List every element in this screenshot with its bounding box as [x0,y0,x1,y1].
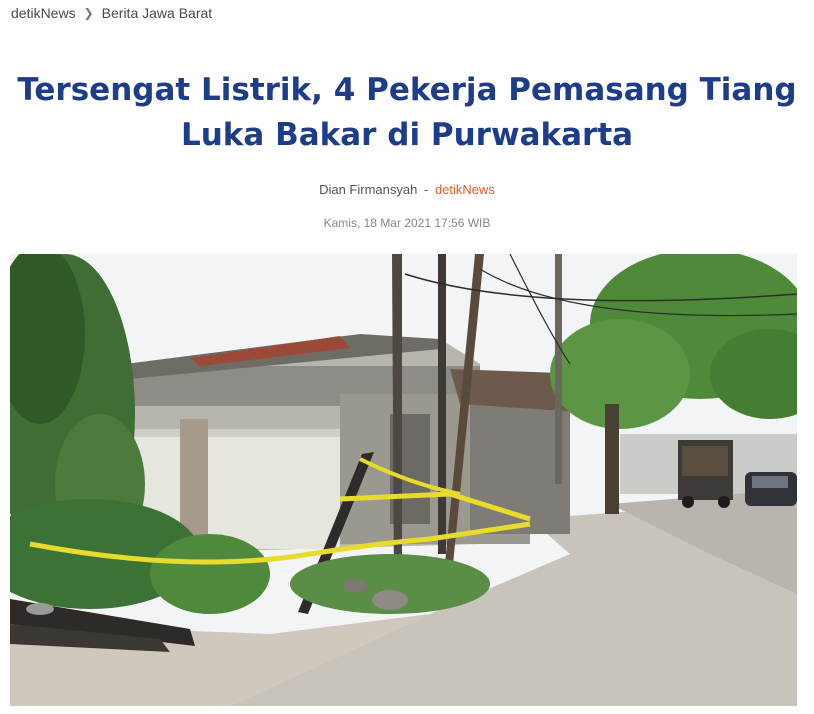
article-page: detikNews ❯ Berita Jawa Barat Tersengat … [0,0,814,714]
article-title-line-2: Luka Bakar di Purwakarta [180,117,634,153]
article-title-line-1: Tersengat Listrik, 4 Pekerja Pemasang Ti… [17,72,797,108]
photo-scene [10,254,797,706]
byline: Dian Firmansyah - detikNews [0,182,814,197]
breadcrumb: detikNews ❯ Berita Jawa Barat [11,5,212,21]
breadcrumb-item-detiknews[interactable]: detikNews [11,5,76,21]
author-name[interactable]: Dian Firmansyah [319,182,417,197]
chevron-right-icon: ❯ [83,6,94,20]
article-photo [10,254,797,706]
publish-date: Kamis, 18 Mar 2021 17:56 WIB [323,216,491,230]
source-link[interactable]: detikNews [435,182,495,197]
article-title: Tersengat Listrik, 4 Pekerja Pemasang Ti… [0,68,814,158]
breadcrumb-item-berita-jawa-barat[interactable]: Berita Jawa Barat [102,5,213,21]
byline-separator: - [423,182,429,197]
